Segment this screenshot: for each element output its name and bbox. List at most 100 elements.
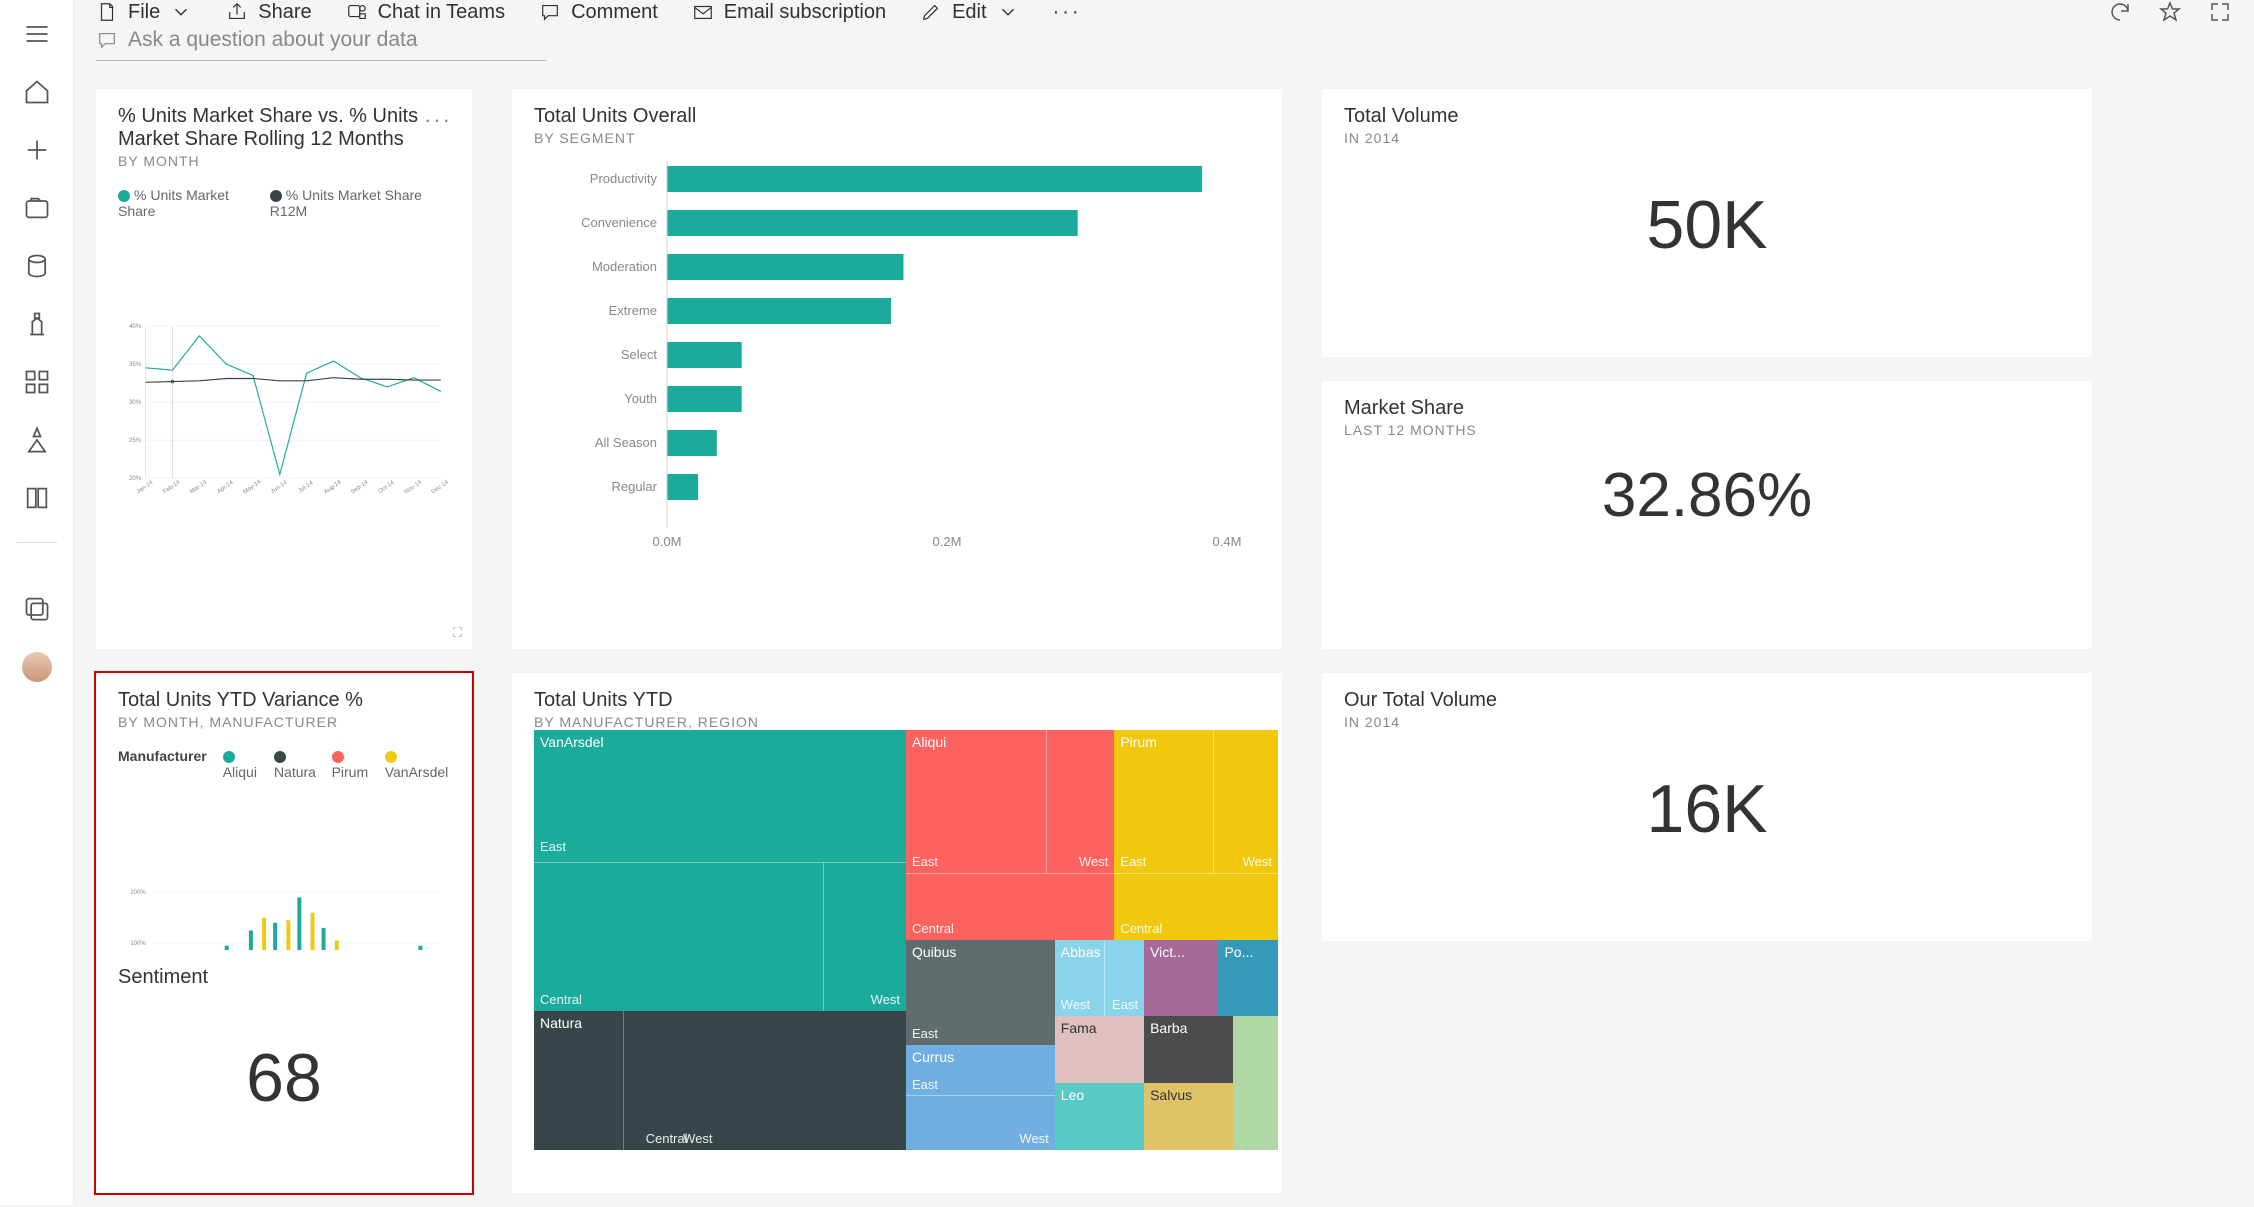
comment-button[interactable]: Comment: [539, 1, 658, 24]
add-icon[interactable]: [23, 136, 51, 164]
legend-item: % Units Market Share: [118, 187, 229, 219]
home-icon[interactable]: [23, 78, 51, 106]
file-menu[interactable]: File: [96, 1, 192, 24]
legend-item: Pirum: [332, 764, 369, 780]
chat-teams-button[interactable]: Chat in Teams: [346, 1, 505, 24]
tm-vict[interactable]: Vict...: [1144, 940, 1218, 1016]
card-title: % Units Market Share vs. % Units Market …: [118, 105, 450, 151]
qa-placeholder: Ask a question about your data: [128, 28, 418, 52]
edit-button[interactable]: Edit: [920, 1, 1018, 24]
svg-text:Youth: Youth: [624, 391, 657, 406]
learn-icon[interactable]: [23, 484, 51, 512]
card-subtitle: BY MONTH, MANUFACTURER: [118, 714, 450, 730]
tm-pirum[interactable]: Pirum East West Central: [1114, 730, 1278, 940]
qa-input[interactable]: Ask a question about your data: [96, 24, 546, 61]
avatar[interactable]: [22, 652, 52, 682]
svg-text:Extreme: Extreme: [609, 303, 657, 318]
svg-text:0.0M: 0.0M: [653, 534, 682, 549]
metrics-icon[interactable]: [23, 310, 51, 338]
card-value: 16K: [1344, 770, 2070, 848]
tm-misc[interactable]: [1233, 1016, 1278, 1150]
card-subtitle: BY MANUFACTURER, REGION: [534, 714, 1278, 730]
legend-item: Aliqui: [223, 764, 257, 780]
card-market-share[interactable]: Market Share LAST 12 MONTHS 32.86%: [1322, 381, 2092, 649]
tm-vanarsdel[interactable]: VanArsdel East Central West: [534, 730, 906, 1011]
fullscreen-icon[interactable]: [2208, 0, 2232, 24]
focus-mode-icon[interactable]: ⛶: [453, 625, 462, 641]
email-label: Email subscription: [724, 1, 886, 24]
favorite-icon[interactable]: [2158, 0, 2182, 24]
browse-icon[interactable]: [23, 194, 51, 222]
svg-text:25%: 25%: [129, 438, 142, 444]
legend: % Units Market Share % Units Market Shar…: [118, 187, 450, 219]
svg-text:Dec-14: Dec-14: [431, 479, 450, 495]
card-value: 68: [118, 1039, 450, 1117]
tile-options-icon[interactable]: ···: [424, 107, 452, 133]
share-button[interactable]: Share: [226, 1, 311, 24]
card-subtitle: LAST 12 MONTHS: [1344, 422, 2070, 438]
deployment-icon[interactable]: [23, 426, 51, 454]
left-navigation-rail: [0, 0, 74, 1205]
legend-item: Natura: [274, 764, 316, 780]
svg-text:Productivity: Productivity: [590, 171, 658, 186]
svg-text:Oct-14: Oct-14: [377, 480, 396, 496]
tm-natura[interactable]: Natura Central West: [534, 1011, 906, 1150]
card-total-volume[interactable]: Total Volume IN 2014 50K: [1322, 89, 2092, 357]
svg-text:All Season: All Season: [595, 435, 657, 450]
tm-salvus[interactable]: Salvus: [1144, 1083, 1233, 1150]
svg-text:Apr-14: Apr-14: [216, 479, 235, 495]
card-treemap[interactable]: Total Units YTD BY MANUFACTURER, REGION …: [512, 673, 1282, 1193]
card-line-chart[interactable]: ··· % Units Market Share vs. % Units Mar…: [96, 89, 472, 649]
svg-text:Mar-14: Mar-14: [189, 479, 209, 495]
tm-abbas[interactable]: AbbasWestEast: [1055, 940, 1144, 1016]
card-title: Our Total Volume: [1344, 689, 2070, 712]
svg-text:Aug-14: Aug-14: [323, 479, 343, 495]
data-hub-icon[interactable]: [23, 252, 51, 280]
tm-currus[interactable]: CurrusEastWest: [906, 1045, 1055, 1150]
line-chart-svg: 20%25%30%35%40%Jan-14Feb-14Mar-14Apr-14M…: [118, 219, 450, 599]
refresh-icon[interactable]: [2108, 0, 2132, 24]
svg-text:Feb-14: Feb-14: [162, 479, 182, 495]
card-value: 32.86%: [1344, 460, 2070, 531]
svg-text:100%: 100%: [130, 941, 146, 947]
svg-text:0.2M: 0.2M: [933, 534, 962, 549]
edit-label: Edit: [952, 1, 986, 24]
card-subtitle: IN 2014: [1344, 130, 2070, 146]
svg-text:Jul-14: Jul-14: [298, 480, 315, 495]
menu-icon[interactable]: [23, 20, 51, 48]
top-toolbar: File Share Chat in Teams Comment Email s…: [74, 0, 2254, 24]
svg-text:35%: 35%: [129, 362, 142, 368]
segment-bar-svg: ProductivityConvenienceModerationExtreme…: [534, 146, 1260, 566]
card-title: Market Share: [1344, 397, 2070, 420]
card-title: Total Units YTD: [534, 689, 1278, 712]
svg-text:Nov-14: Nov-14: [404, 479, 424, 495]
svg-text:May-14: May-14: [243, 479, 263, 496]
card-sentiment[interactable]: Sentiment 68: [96, 950, 472, 1178]
more-options-button[interactable]: ···: [1053, 1, 1082, 24]
tm-po[interactable]: Po...: [1218, 940, 1278, 1016]
card-subtitle: BY SEGMENT: [534, 130, 1260, 146]
tm-fama[interactable]: Fama: [1055, 1016, 1144, 1083]
treemap-body: VanArsdel East Central West Natura Centr…: [534, 730, 1278, 1150]
workspaces-icon[interactable]: [23, 594, 51, 622]
card-subtitle: IN 2014: [1344, 714, 2070, 730]
svg-text:Moderation: Moderation: [592, 259, 657, 274]
tm-barba[interactable]: Barba: [1144, 1016, 1233, 1083]
chat-teams-label: Chat in Teams: [378, 1, 505, 24]
tm-quibus[interactable]: QuibusEast: [906, 940, 1055, 1045]
card-title: Total Units Overall: [534, 105, 1260, 128]
card-title: Total Units YTD Variance %: [118, 689, 450, 712]
svg-text:Sep-14: Sep-14: [350, 479, 370, 495]
card-bar-segment[interactable]: Total Units Overall BY SEGMENT Productiv…: [512, 89, 1282, 649]
card-our-total-volume[interactable]: Our Total Volume IN 2014 16K: [1322, 673, 2092, 941]
svg-text:30%: 30%: [129, 400, 142, 406]
email-subscription-button[interactable]: Email subscription: [692, 1, 886, 24]
legend: Manufacturer Aliqui Natura Pirum VanArsd…: [118, 748, 450, 780]
card-value: 50K: [1344, 186, 2070, 264]
comment-label: Comment: [571, 1, 658, 24]
tm-aliqui[interactable]: Aliqui East West Central: [906, 730, 1114, 940]
tm-leo[interactable]: Leo: [1055, 1083, 1144, 1150]
card-subtitle: BY MONTH: [118, 153, 450, 169]
legend-title: Manufacturer: [118, 748, 207, 780]
apps-icon[interactable]: [23, 368, 51, 396]
